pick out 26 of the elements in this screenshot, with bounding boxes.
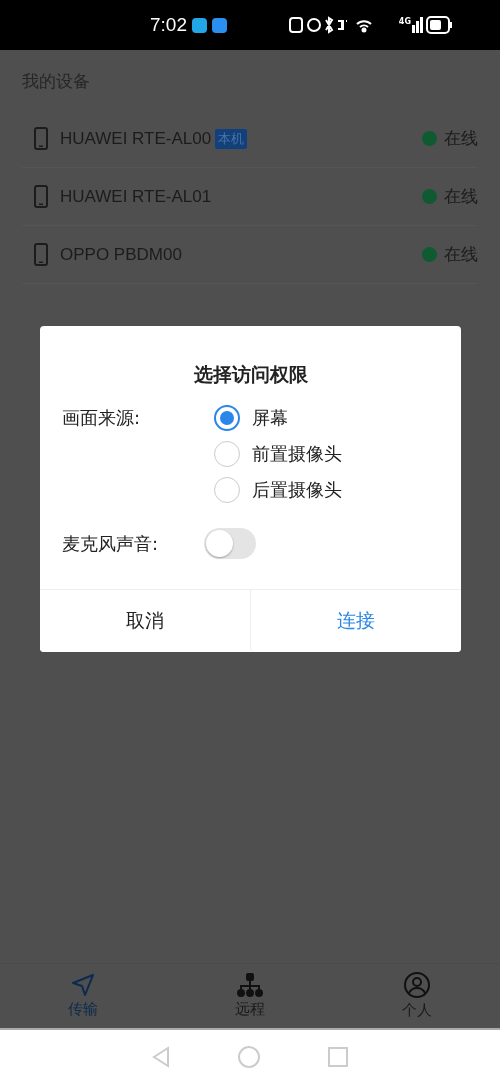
phone-icon (34, 185, 48, 208)
radio-button[interactable] (214, 477, 240, 503)
connect-button[interactable]: 连接 (250, 590, 461, 652)
option-label: 前置摄像头 (252, 442, 342, 466)
network-type: 4G (398, 16, 411, 26)
source-label: 画面来源: (62, 406, 142, 430)
home-icon[interactable] (238, 1045, 260, 1068)
option-label: 后置摄像头 (252, 478, 342, 502)
hierarchy-icon (237, 973, 263, 997)
radio-button[interactable] (214, 405, 240, 431)
send-icon (71, 973, 96, 997)
phone-icon (34, 243, 48, 266)
dialog-title: 选择访问权限 (192, 362, 309, 387)
user-icon (403, 972, 430, 998)
recents-icon[interactable] (328, 1046, 348, 1067)
app-icon (192, 17, 207, 33)
option-label: 屏幕 (252, 406, 288, 430)
mic-label: 麦克风声音: (62, 531, 160, 556)
clock: 7:02 (150, 14, 187, 36)
device-tag: 本机 (215, 128, 248, 149)
phone-icon (34, 127, 48, 150)
nav-tab[interactable]: 传输 (0, 964, 167, 1028)
mic-toggle[interactable] (204, 528, 256, 559)
battery-icon (412, 15, 454, 35)
radio-button[interactable] (214, 441, 240, 467)
back-icon[interactable] (152, 1045, 170, 1068)
